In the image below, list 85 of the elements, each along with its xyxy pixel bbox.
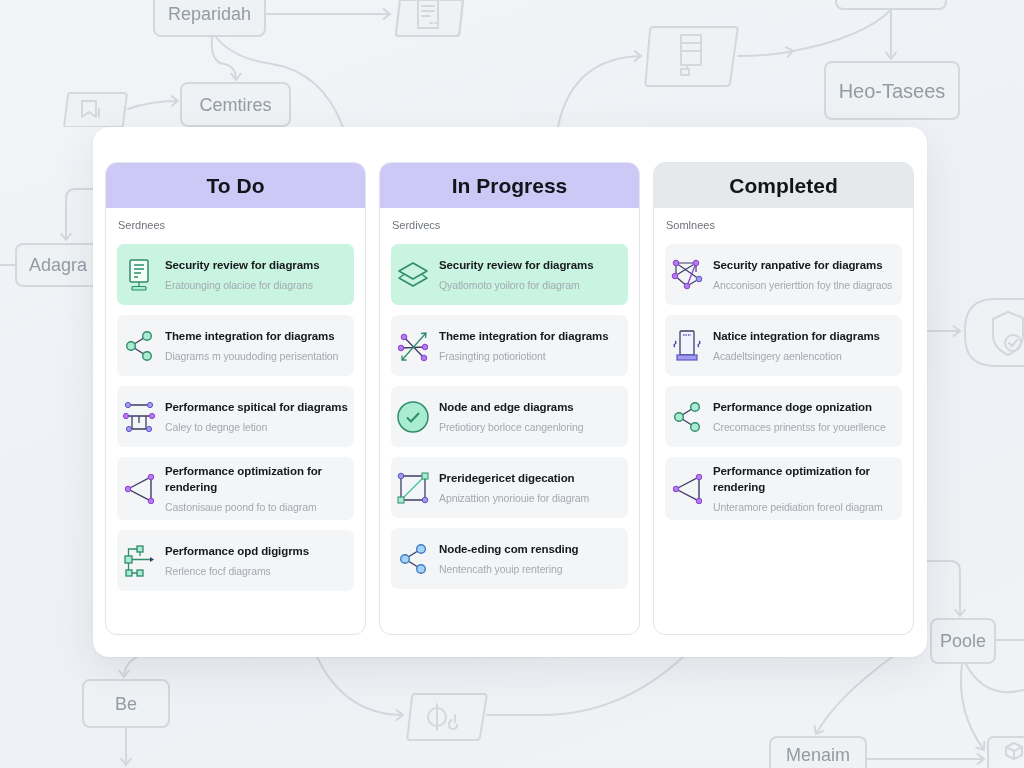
- task-title: Performance opd digigrms: [165, 544, 309, 559]
- flowchart-node: Menaim: [769, 736, 867, 768]
- column-header: To Do: [106, 163, 365, 208]
- flowchart-node: Heo-Tasees: [824, 61, 960, 120]
- task-description: Frasingting potioriotiont: [439, 350, 546, 363]
- connector-arrow: [127, 95, 179, 110]
- task-card[interactable]: Node and edge diagrams Pretiotiory borloce cangenloring: [391, 386, 628, 447]
- task-title: Node-eding com rensding: [439, 542, 579, 557]
- document-icon: [392, 0, 464, 38]
- task-card[interactable]: Performance optimization for rendering Unteramore peidiation foreol diagram: [665, 457, 902, 520]
- triangle-nodes-icon: [124, 473, 154, 504]
- task-title: Security review for diagrams: [165, 258, 320, 273]
- column-subtitle: Serdnees: [118, 218, 166, 232]
- task-description: Caley to degnge letion: [165, 421, 268, 434]
- power-icon: [405, 692, 488, 742]
- task-card[interactable]: Security ranpative for diagrams Ancconison yerierttion foy tlne diagraos: [665, 244, 902, 305]
- task-description: Acadeltsingery aenlencotion: [713, 350, 842, 363]
- node-grid-icon: [123, 401, 155, 432]
- window-icon: [643, 25, 739, 88]
- column-header: Completed: [654, 163, 913, 208]
- server-icon: [672, 330, 702, 361]
- task-description: Eratounging olacioe for diagrans: [165, 279, 313, 292]
- task-card[interactable]: Performance opd digigrms Rerlence focf diagrams: [117, 530, 354, 591]
- task-card[interactable]: Node-eding com rensding Nentencath youip rentering: [391, 528, 628, 589]
- layers-icon: [398, 262, 428, 287]
- connected-nodes-icon: [126, 330, 152, 361]
- task-description: Qyatlomoto yoiloro for diagram: [439, 279, 580, 292]
- task-title: Theme integration for diagrams: [439, 329, 609, 344]
- shield-check-icon: [963, 297, 1024, 368]
- task-card[interactable]: Performance spitical for diagrams Caley to degnge letion: [117, 386, 354, 447]
- connector-arrow: [120, 727, 132, 766]
- column-subtitle: Serdivecs: [392, 218, 441, 232]
- connector-line: [965, 663, 1024, 694]
- network-icon: [671, 259, 703, 290]
- task-description: Nentencath youip rentering: [439, 563, 563, 576]
- task-card[interactable]: Theme integration for diagrams Frasingting potioriotiont: [391, 315, 628, 376]
- task-title: Node and edge diagrams: [439, 400, 574, 415]
- column-header: In Progress: [380, 163, 639, 208]
- square-nodes-icon: [397, 471, 429, 504]
- cube-icon: [986, 735, 1024, 768]
- connector-arrow: [60, 188, 94, 241]
- flowchart-node: Be: [82, 679, 170, 728]
- task-card[interactable]: Security review for diagrams Qyatlomoto yoiloro for diagram: [391, 244, 628, 305]
- crossing-arrows-icon: [398, 330, 428, 361]
- task-description: Rerlence focf diagrams: [165, 565, 271, 578]
- flowchart-node: Cemtires: [180, 82, 291, 127]
- flowchart-node: Reparidah: [153, 0, 266, 37]
- document-stand-icon: [129, 258, 149, 291]
- connector-arrow: [118, 656, 138, 678]
- task-title: Performance doge opnization: [713, 400, 872, 415]
- task-title: Natice integration for diagrams: [713, 329, 880, 344]
- task-title: Performance spitical for diagrams: [165, 400, 348, 415]
- task-title: Performance optimization for rendering: [165, 464, 323, 495]
- triangle-nodes-icon: [672, 473, 702, 504]
- task-card[interactable]: Natice integration for diagrams Acadeltsingery aenlencotion: [665, 315, 902, 376]
- connector-arrow: [737, 46, 794, 58]
- column-subtitle: Somlnees: [666, 218, 715, 232]
- task-title: Theme integration for diagrams: [165, 329, 335, 344]
- connector-arrow: [210, 36, 242, 81]
- flowchart-node: Adagra: [15, 243, 93, 287]
- task-card[interactable]: Security review for diagrams Eratounging olacioe for diagrans: [117, 244, 354, 305]
- task-description: Diagrams m youudoding perisentation: [165, 350, 339, 363]
- task-title: Security review for diagrams: [439, 258, 594, 273]
- task-title: Performance optimization for rendering: [713, 464, 871, 495]
- task-description: Pretiotiory borloce cangenloring: [439, 421, 584, 434]
- connected-nodes-icon: [400, 543, 426, 574]
- task-description: Unteramore peidiation foreol diagram: [713, 501, 883, 514]
- task-card[interactable]: Preridegericet digecation Apnizattion ynoriouie for diagram: [391, 457, 628, 518]
- task-card[interactable]: Theme integration for diagrams Diagrams m youudoding perisentation: [117, 315, 354, 376]
- task-description: Castonisaue poond fo to diagram: [165, 501, 317, 514]
- connected-nodes-icon: [674, 401, 700, 432]
- task-description: Crecomaces prinentss for youerllence: [713, 421, 886, 434]
- connector-arrow: [926, 560, 966, 617]
- task-description: Ancconison yerierttion foy tlne diagraos: [713, 279, 893, 292]
- connector-arrow: [926, 325, 961, 337]
- task-description: Apnizattion ynoriouie for diagram: [439, 492, 590, 505]
- flowchart-node: Poole: [930, 618, 996, 664]
- check-circle-icon: [397, 400, 429, 433]
- task-card[interactable]: Performance doge opnization Crecomaces prinentss for youerllence: [665, 386, 902, 447]
- task-card[interactable]: Performance optimization for rendering Castonisaue poond fo to diagram: [117, 457, 354, 520]
- bookmark-icon: [62, 91, 129, 127]
- connector-arrow: [885, 9, 897, 60]
- task-title: Preridegericet digecation: [439, 471, 575, 486]
- task-title: Security ranpative for diagrams: [713, 258, 883, 273]
- flowchart-icon: [123, 544, 155, 577]
